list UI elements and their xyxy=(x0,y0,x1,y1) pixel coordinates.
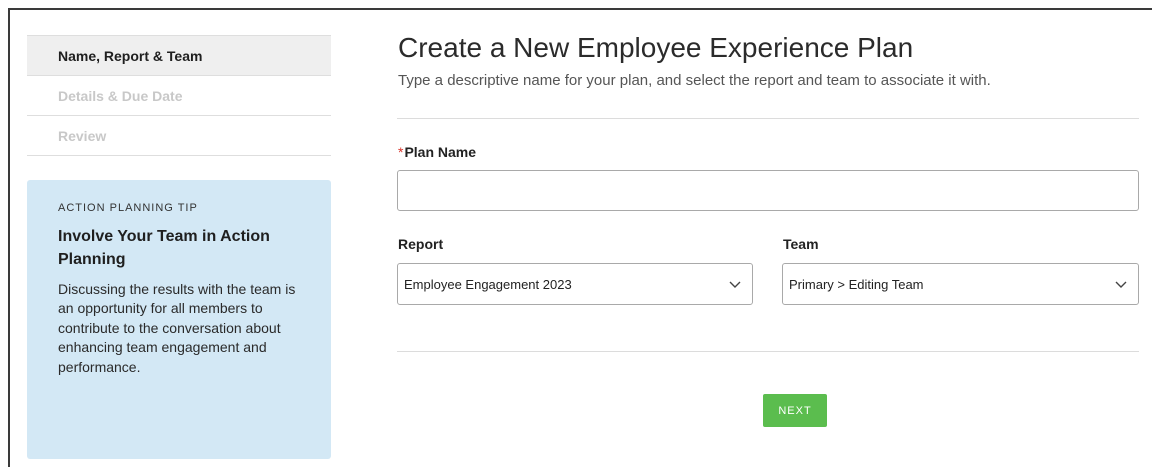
report-label: Report xyxy=(398,236,444,252)
required-marker: * xyxy=(398,144,404,160)
tip-body: Discussing the results with the team is … xyxy=(58,281,296,375)
step-name-report-team[interactable]: Name, Report & Team xyxy=(27,35,331,76)
plan-name-label: *Plan Name xyxy=(398,144,476,160)
action-planning-tip: ACTION PLANNING TIP Involve Your Team in… xyxy=(27,180,331,459)
report-select[interactable]: Employee Engagement 2023 xyxy=(397,263,753,305)
step-details-due-date[interactable]: Details & Due Date xyxy=(27,76,331,116)
divider-bottom xyxy=(397,351,1139,352)
wizard-steps: Name, Report & Team Details & Due Date R… xyxy=(27,35,331,156)
tip-title: Involve Your Team in Action Planning xyxy=(58,228,270,268)
plan-name-label-text: Plan Name xyxy=(404,144,477,160)
page-subtitle: Type a descriptive name for your plan, a… xyxy=(398,72,991,89)
team-label: Team xyxy=(783,236,819,252)
plan-name-input[interactable] xyxy=(397,170,1139,211)
next-button[interactable]: NEXT xyxy=(763,394,827,427)
page-title: Create a New Employee Experience Plan xyxy=(398,32,914,63)
tip-kicker: ACTION PLANNING TIP xyxy=(58,202,198,214)
report-selected-value: Employee Engagement 2023 xyxy=(404,276,572,292)
divider-top xyxy=(397,118,1139,119)
team-selected-value: Primary > Editing Team xyxy=(789,276,924,292)
team-select[interactable]: Primary > Editing Team xyxy=(782,263,1139,305)
chevron-down-icon xyxy=(1115,281,1127,288)
chevron-down-icon xyxy=(729,281,741,288)
step-review[interactable]: Review xyxy=(27,116,331,156)
